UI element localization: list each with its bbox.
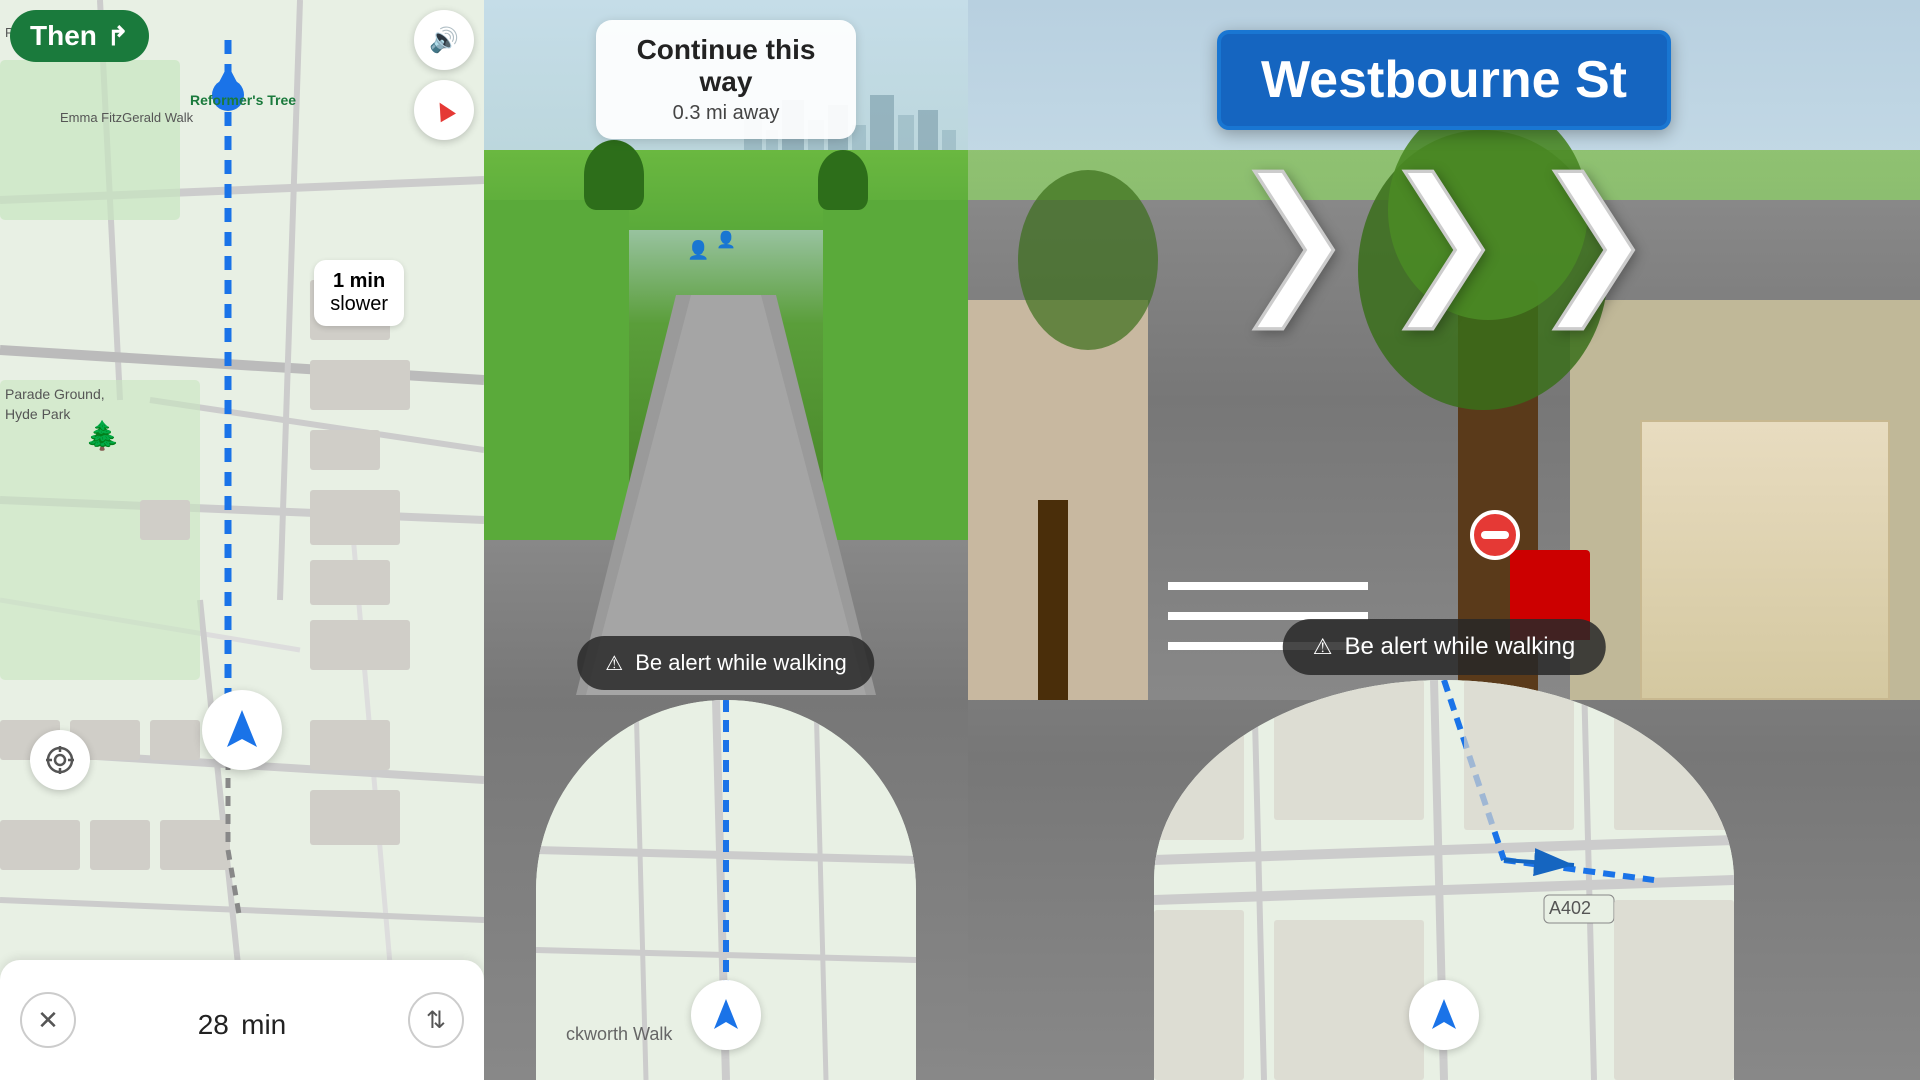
person-silhouette: 👤 [687,240,709,261]
mini-map-right: A402 [1154,680,1734,1080]
compass-icon: ▲ [423,88,466,132]
slower-sub: slower [330,293,388,316]
alert-label-right: Be alert while walking [1344,633,1575,661]
tree-right [818,150,868,210]
sound-icon: 🔊 [429,26,459,55]
location-target-button[interactable] [30,730,90,790]
svg-text:A402: A402 [1549,898,1591,918]
continue-title: Continue this way [620,34,832,98]
close-button[interactable]: ✕ [20,992,76,1048]
map-label-parade-ground: Parade Ground,Hyde Park [5,385,105,424]
time-unit: min [241,1009,286,1040]
alert-banner-middle: ⚠ Be alert while walking [577,636,874,690]
street-sign: Westbourne St [1217,30,1671,130]
street-name: Westbourne St [1261,51,1627,109]
continue-sub: 0.3 mi away [620,102,832,125]
mini-map-nav-arrow-right [1409,980,1479,1050]
ar-chevron-2 [1379,150,1509,350]
ar-arrows-container [1229,150,1659,350]
alert-label-middle: Be alert while walking [635,650,847,676]
then-button[interactable]: Then ↱ [10,10,149,62]
ar-street-panel: Westbourne St ⚠ Be alert while walking [968,0,1920,1080]
alert-icon-right: ⚠ [1313,634,1333,660]
time-value: 28 [198,1009,229,1040]
ar-park-panel: 👤 👤 Continue this way 0.3 mi away ⚠ Be a… [484,0,968,1080]
mini-map-middle: ckworth Walk [536,700,916,1080]
svg-text:ckworth Walk: ckworth Walk [566,1024,673,1044]
slower-tooltip: 1 min slower [314,260,404,326]
time-display: 28 min [198,995,287,1045]
map-panel: 🌲 Then ↱ 🔊 ▲ Reformer's Tree Emma FitzGe… [0,0,484,1080]
close-icon: ✕ [37,1005,59,1036]
map-label-fitzgerald: Emma FitzGerald Walk [60,110,193,125]
sound-button[interactable]: 🔊 [414,10,474,70]
bottom-navigation-bar: ✕ 28 min ⇅ [0,960,484,1080]
then-label: Then [30,20,97,52]
map-label-reformers-tree: Reformer's Tree [190,92,296,108]
mini-map-nav-arrow-middle [691,980,761,1050]
continue-banner: Continue this way 0.3 mi away [596,20,856,139]
ar-chevron-3 [1529,150,1659,350]
ar-chevron-1 [1229,150,1359,350]
route-options-icon: ⇅ [426,1006,446,1035]
tree-left [584,140,644,210]
slower-label: 1 min [330,270,388,293]
then-arrow-icon: ↱ [107,21,129,52]
alert-icon-middle: ⚠ [605,651,623,676]
route-options-button[interactable]: ⇅ [408,992,464,1048]
alert-banner-right: ⚠ Be alert while walking [1283,619,1606,675]
person-silhouette-2: 👤 [716,230,736,250]
compass-button[interactable]: ▲ [414,80,474,140]
navigation-arrow-map [202,690,282,770]
